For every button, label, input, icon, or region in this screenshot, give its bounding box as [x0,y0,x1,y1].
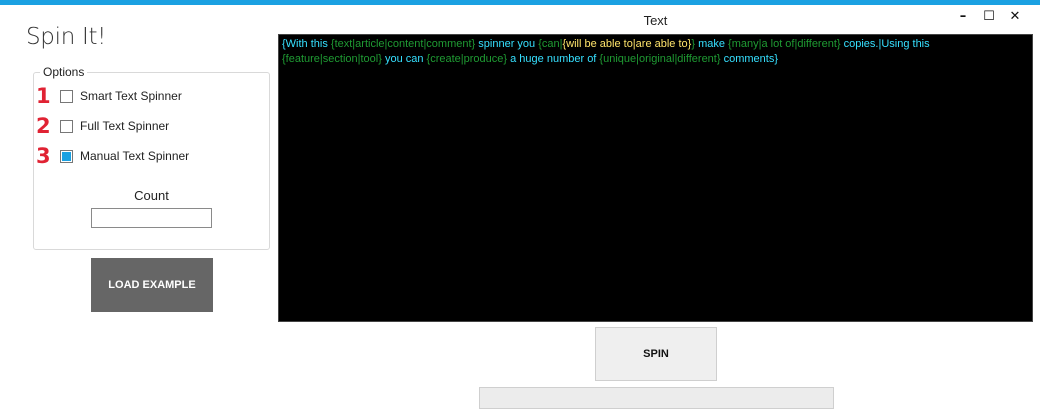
option-label: Manual Text Spinner [80,149,190,163]
spin-text-segment: you can [381,53,427,65]
load-example-button[interactable]: LOAD EXAMPLE [91,258,213,312]
spin-text-segment: comments} [720,53,778,65]
count-label: Count [134,188,169,203]
option-manual-text-spinner[interactable]: 3 Manual Text Spinner [36,144,189,168]
spin-text-segment: {many|a lot of|different} [728,38,841,50]
option-number: 1 [36,84,51,108]
spin-text-segment: {can| [538,38,563,50]
spin-text-segment: {unique|original|different} [599,53,721,65]
app-title: Spin It! [26,24,107,50]
full-text-spinner-checkbox[interactable] [60,119,73,133]
progress-bar [479,387,834,409]
spin-text-segment: {text|article|content|comment} [330,38,476,50]
count-input[interactable] [91,208,212,228]
spin-text-segment: {will be able to|are able to} [562,38,692,50]
spin-text-segment: make [695,38,729,50]
spin-text-segment: {feature|section|tool} [282,53,382,65]
title-accent-bar [0,0,1040,5]
spin-text-segment: {create|produce} [426,53,508,65]
text-panel-header: Text [643,13,668,28]
option-full-text-spinner[interactable]: 2 Full Text Spinner [36,114,169,138]
spin-button[interactable]: SPIN [595,327,717,381]
option-smart-text-spinner[interactable]: 1 Smart Text Spinner [36,84,182,108]
option-label: Full Text Spinner [80,119,170,133]
spin-text-segment: a huge number of [507,53,600,65]
smart-text-spinner-checkbox[interactable] [60,89,73,103]
manual-text-spinner-checkbox[interactable] [60,149,73,163]
spin-text-area[interactable]: {With this {text|article|content|comment… [278,34,1033,322]
option-number: 3 [36,144,51,168]
option-number: 2 [36,114,51,138]
options-legend: Options [40,65,88,79]
spin-text-segment: {With this [282,38,331,50]
spin-text-segment: copies.|Using this [840,38,930,50]
option-label: Smart Text Spinner [80,89,182,103]
spin-text-segment: spinner you [475,38,539,50]
